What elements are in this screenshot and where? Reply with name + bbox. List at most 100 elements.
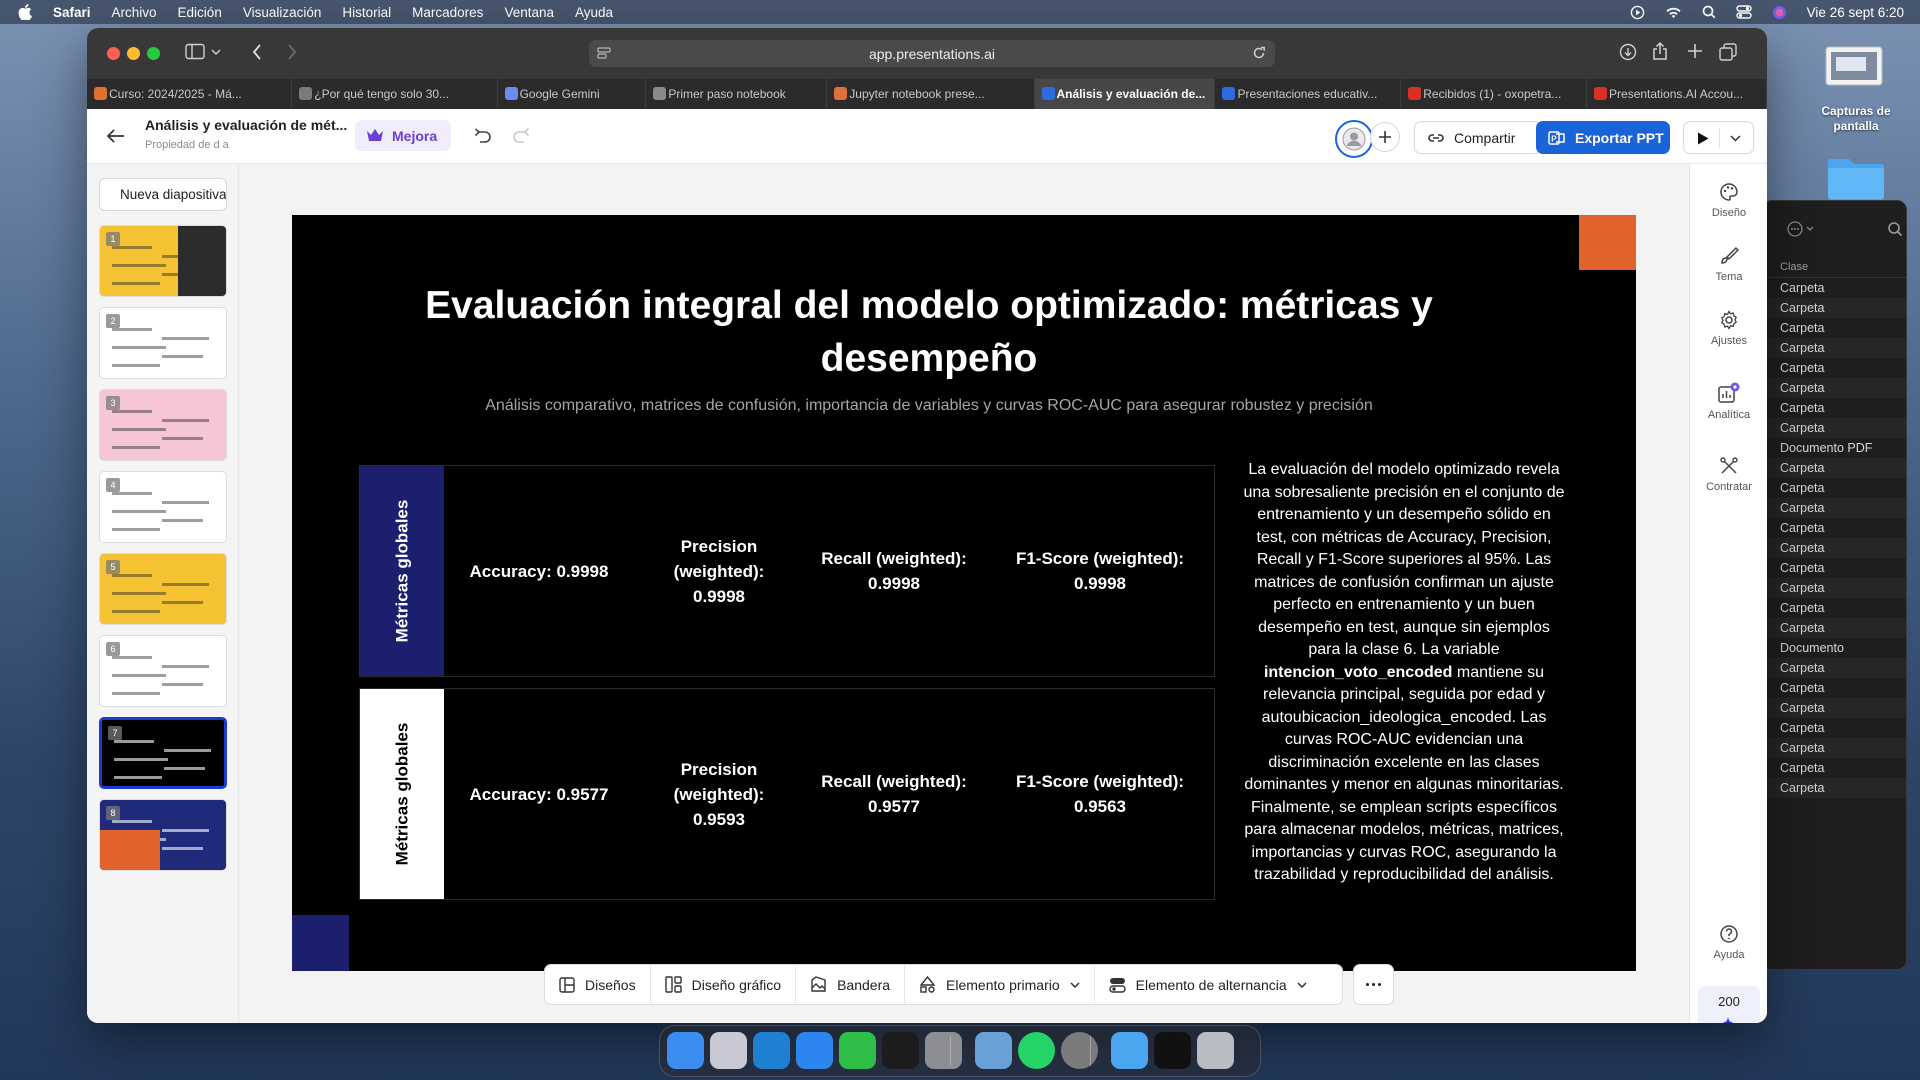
finder-row[interactable]: Carpeta (1763, 398, 1906, 418)
finder-row[interactable]: Carpeta (1763, 718, 1906, 738)
download-icon[interactable] (1619, 43, 1637, 61)
siri-icon[interactable] (1772, 5, 1787, 20)
present-button[interactable] (1683, 121, 1754, 154)
slide-thumbnail[interactable]: 7 (99, 717, 227, 789)
safari-icon[interactable] (796, 1032, 833, 1069)
share-button[interactable]: Compartir (1414, 121, 1542, 154)
slide-paragraph[interactable]: La evaluación del modelo optimizado reve… (1242, 459, 1566, 887)
forward-nav-icon[interactable] (286, 43, 298, 61)
slide-thumbnail[interactable]: 6 (99, 635, 227, 707)
spotlight-icon[interactable] (1702, 5, 1716, 19)
zoom-window-button[interactable] (147, 47, 160, 60)
finder-row[interactable]: Carpeta (1763, 538, 1906, 558)
browser-tab[interactable]: Análisis y evaluación de... (1034, 79, 1216, 109)
menu-edicion[interactable]: Edición (178, 5, 222, 20)
slide-thumbnail[interactable]: 2 (99, 307, 227, 379)
finder-row[interactable]: Carpeta (1763, 758, 1906, 778)
finder-row[interactable]: Carpeta (1763, 338, 1906, 358)
trash-icon[interactable] (1197, 1032, 1234, 1069)
folder-icon[interactable] (1826, 154, 1886, 200)
finder-row[interactable]: Carpeta (1763, 418, 1906, 438)
close-window-button[interactable] (107, 47, 120, 60)
finder-row[interactable]: Carpeta (1763, 678, 1906, 698)
new-tab-icon[interactable] (1687, 43, 1703, 59)
new-slide-button[interactable]: Nueva diapositiva (99, 178, 227, 211)
finder-row[interactable]: Carpeta (1763, 618, 1906, 638)
finder-row[interactable]: Carpeta (1763, 558, 1906, 578)
wifi-icon[interactable] (1665, 6, 1682, 19)
finder-row[interactable]: Carpeta (1763, 658, 1906, 678)
document-title[interactable]: Análisis y evaluación de mét... (145, 117, 347, 133)
iterm-icon[interactable] (1154, 1032, 1191, 1069)
finder-row[interactable]: Documento PDF (1763, 438, 1906, 458)
chevron-down-icon[interactable] (1730, 135, 1741, 142)
slide-canvas[interactable]: Evaluación integral del modelo optimizad… (292, 215, 1636, 971)
preview-icon[interactable] (975, 1032, 1012, 1069)
finder-row[interactable]: Carpeta (1763, 778, 1906, 798)
browser-tab[interactable]: ¿Por qué tengo solo 30... (292, 79, 498, 109)
menu-ayuda[interactable]: Ayuda (575, 5, 613, 20)
menu-historial[interactable]: Historial (342, 5, 391, 20)
slide-thumbnail[interactable]: 5 (99, 553, 227, 625)
rail-design-button[interactable]: Diseño (1690, 182, 1767, 219)
alternate-element-button[interactable]: Elemento de alternancia (1095, 964, 1321, 1005)
metrics-card-test[interactable]: Métricas globales Accuracy: 0.9577 Preci… (359, 688, 1215, 900)
add-collaborator-button[interactable] (1370, 122, 1400, 152)
primary-element-button[interactable]: Elemento primario (905, 964, 1095, 1005)
search-icon[interactable] (1887, 221, 1903, 237)
tab-overview-icon[interactable] (1719, 43, 1737, 61)
reload-icon[interactable] (1252, 46, 1266, 60)
ai-credits-button[interactable]: 200 (1698, 986, 1760, 1023)
finder-row[interactable]: Documento (1763, 638, 1906, 658)
rail-help-button[interactable]: Ayuda (1690, 924, 1767, 961)
finder-column-header[interactable]: Clase (1763, 256, 1906, 278)
menu-app-name[interactable]: Safari (53, 5, 91, 20)
page-settings-icon[interactable] (597, 46, 611, 60)
finder-row[interactable]: Carpeta (1763, 738, 1906, 758)
slide-thumbnail[interactable]: 1 (99, 225, 227, 297)
layouts-button[interactable]: Diseños (545, 964, 651, 1005)
menu-visualizacion[interactable]: Visualización (243, 5, 322, 20)
sidebar-toggle-icon[interactable] (185, 43, 205, 60)
browser-tab[interactable]: Google Gemini (498, 79, 647, 109)
rail-analytics-button[interactable]: Analítica (1690, 382, 1767, 421)
finder-row[interactable]: Carpeta (1763, 378, 1906, 398)
rail-settings-button[interactable]: Ajustes (1690, 310, 1767, 347)
finder-row[interactable]: Carpeta (1763, 698, 1906, 718)
finder-icon[interactable] (667, 1032, 704, 1069)
menu-ventana[interactable]: Ventana (504, 5, 554, 20)
slide-subtitle[interactable]: Análisis comparativo, matrices de confus… (352, 397, 1506, 415)
menu-datetime[interactable]: Vie 26 sept 6:20 (1807, 5, 1904, 20)
facetime-icon[interactable] (839, 1032, 876, 1069)
finder-row[interactable]: Carpeta (1763, 458, 1906, 478)
rail-hire-button[interactable]: Contratar (1690, 456, 1767, 493)
upgrade-button[interactable]: Mejora (355, 120, 451, 151)
more-options-icon[interactable] (1787, 220, 1817, 237)
finder-row[interactable]: Carpeta (1763, 498, 1906, 518)
finder-row[interactable]: Carpeta (1763, 598, 1906, 618)
vscode-icon[interactable] (753, 1032, 790, 1069)
control-center-icon[interactable] (1735, 5, 1752, 19)
rail-theme-button[interactable]: Tema (1690, 246, 1767, 283)
slide-thumbnail[interactable]: 8 (99, 799, 227, 871)
browser-tab[interactable]: Presentaciones educativ... (1215, 79, 1402, 109)
settings-icon[interactable] (925, 1032, 962, 1069)
back-arrow-icon[interactable] (107, 129, 125, 143)
chevron-down-icon[interactable] (211, 49, 221, 56)
more-options-button[interactable] (1353, 964, 1394, 1005)
address-bar[interactable]: app.presentations.ai (589, 40, 1275, 67)
export-ppt-button[interactable]: P Exportar PPT (1536, 121, 1670, 154)
browser-tab[interactable]: Presentations.AI Accou... (1587, 79, 1767, 109)
banner-button[interactable]: Bandera (796, 964, 906, 1005)
menu-marcadores[interactable]: Marcadores (412, 5, 483, 20)
finder-row[interactable]: Carpeta (1763, 358, 1906, 378)
avatar[interactable] (1335, 120, 1373, 158)
browser-tab[interactable]: Primer paso notebook (646, 79, 828, 109)
slide-thumbnail[interactable]: 4 (99, 471, 227, 543)
redo-icon[interactable] (512, 128, 530, 143)
terminal-icon[interactable] (882, 1032, 919, 1069)
apple-icon[interactable] (18, 4, 32, 20)
slide-title[interactable]: Evaluación integral del modelo optimizad… (382, 279, 1476, 385)
back-nav-icon[interactable] (251, 43, 263, 61)
finder-row[interactable]: Carpeta (1763, 318, 1906, 338)
